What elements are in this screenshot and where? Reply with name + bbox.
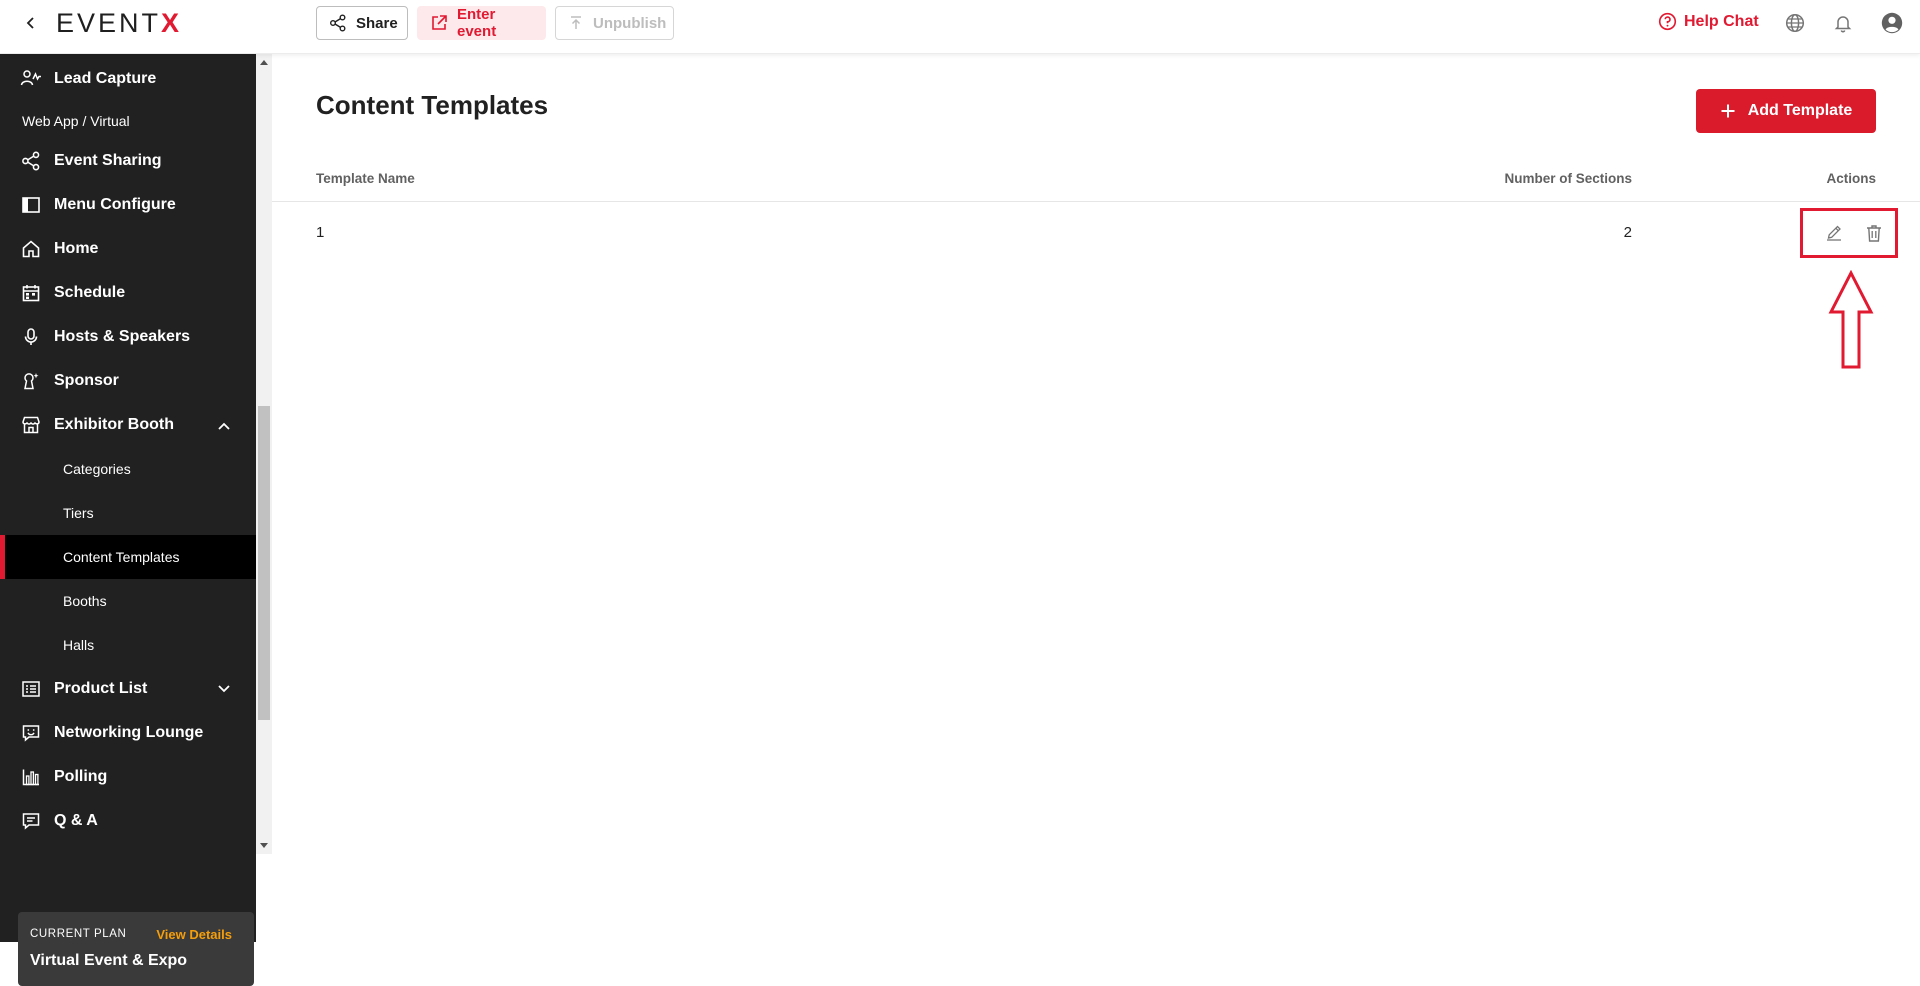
sidebar: Lead Capture Web App / Virtual Event Sha… <box>0 54 256 986</box>
sidebar-item-label: Home <box>54 240 99 257</box>
bar-chart-icon <box>20 766 42 788</box>
sidebar-item-label: Lead Capture <box>54 70 157 87</box>
add-template-button[interactable]: Add Template <box>1696 89 1876 133</box>
sidebar-item-menu-configure[interactable]: Menu Configure <box>0 183 256 227</box>
upload-icon <box>571 16 581 29</box>
sidebar-item-event-sharing[interactable]: Event Sharing <box>0 139 256 183</box>
help-chat-button[interactable]: Help Chat <box>1658 12 1759 31</box>
sidebar-subitem-label: Categories <box>63 461 131 477</box>
unpublish-button[interactable]: Unpublish <box>555 6 674 40</box>
enter-event-button[interactable]: Enter event <box>417 6 546 40</box>
sidebar-item-label: Menu Configure <box>54 196 176 213</box>
logo-accent: X <box>161 7 183 38</box>
annotation-arrow-up-icon <box>1828 270 1874 369</box>
sidebar-item-label: Schedule <box>54 284 126 301</box>
sidebar-subitem-label: Booths <box>63 593 107 609</box>
sidebar-item-label: Polling <box>54 768 108 785</box>
home-icon <box>20 238 42 260</box>
view-details-link[interactable]: View Details <box>156 927 232 942</box>
share-icon <box>330 14 346 32</box>
chevron-down-icon[interactable] <box>214 679 234 699</box>
enter-event-label: Enter event <box>457 6 497 40</box>
sidebar-item-home[interactable]: Home <box>0 227 256 271</box>
current-plan-caption: CURRENT PLAN <box>30 928 127 940</box>
top-bar: EVENT X Share Enter event Unpublish Help … <box>0 0 1920 54</box>
scroll-up-arrow[interactable] <box>260 60 268 65</box>
sidebar-item-sponsor[interactable]: Sponsor <box>0 359 256 403</box>
main-content: Content Templates Add Template Template … <box>272 54 1920 942</box>
sidebar-subitem-label: Halls <box>63 637 95 653</box>
store-icon <box>20 414 42 436</box>
sidebar-item-schedule[interactable]: Schedule <box>0 271 256 315</box>
column-header-template-name[interactable]: Template Name <box>316 171 415 186</box>
sidebar-section-web-app: Web App / Virtual <box>22 113 130 129</box>
sidebar-item-label: Networking Lounge <box>54 724 204 741</box>
bell-icon[interactable] <box>1832 12 1854 34</box>
sidebar-item-product-list[interactable]: Product List <box>0 667 256 711</box>
globe-icon[interactable] <box>1784 12 1806 34</box>
sidebar-item-networking-lounge[interactable]: Networking Lounge <box>0 711 256 755</box>
sidebar-item-label: Product List <box>54 680 148 697</box>
chat-smile-icon <box>20 722 42 744</box>
add-template-label: Add Template <box>1747 102 1853 119</box>
chevron-up-icon[interactable] <box>214 416 234 436</box>
sidebar-subitem-categories[interactable]: Categories <box>0 447 256 491</box>
plus-icon <box>1721 104 1735 118</box>
microphone-icon <box>20 326 42 348</box>
sidebar-item-label: Event Sharing <box>54 152 162 169</box>
table-divider <box>272 201 1920 202</box>
sidebar-subitem-halls[interactable]: Halls <box>0 623 256 667</box>
sidebar-item-label: Hosts & Speakers <box>54 328 191 345</box>
list-icon <box>20 678 42 700</box>
annotation-highlight-box <box>1800 208 1898 258</box>
scrollbar-thumb[interactable] <box>258 406 270 720</box>
sidebar-item-hosts-speakers[interactable]: Hosts & Speakers <box>0 315 256 359</box>
cell-template-name: 1 <box>316 224 325 241</box>
eventx-logo[interactable]: EVENT X <box>56 7 183 38</box>
share-label: Share <box>356 14 398 32</box>
sidebar-item-exhibitor-booth[interactable]: Exhibitor Booth <box>0 403 256 447</box>
lead-capture-icon <box>20 68 42 90</box>
sidebar-subitem-tiers[interactable]: Tiers <box>0 491 256 535</box>
plan-name: Virtual Event & Expo <box>30 952 188 969</box>
page-title: Content Templates <box>316 90 549 120</box>
message-icon <box>20 810 42 832</box>
scroll-down-arrow[interactable] <box>260 843 268 848</box>
sidebar-subitem-content-templates[interactable]: Content Templates <box>0 535 256 579</box>
user-avatar-icon[interactable] <box>1881 12 1903 34</box>
logo-text: EVENT <box>56 7 162 38</box>
help-chat-label: Help Chat <box>1684 12 1759 30</box>
sidebar-scroll-area[interactable]: Lead Capture Web App / Virtual Event Sha… <box>0 54 256 854</box>
external-link-icon <box>432 15 447 30</box>
sidebar-subitem-label: Content Templates <box>63 549 180 565</box>
calendar-icon <box>20 282 42 304</box>
back-icon[interactable] <box>20 12 42 34</box>
sidebar-item-label: Exhibitor Booth <box>54 416 174 433</box>
sidebar-subitem-label: Tiers <box>63 505 94 521</box>
sponsor-icon <box>20 370 42 392</box>
sidebar-scrollbar[interactable] <box>256 54 272 854</box>
sidebar-item-label: Q & A <box>54 812 98 829</box>
current-plan-card: CURRENT PLAN View Details Virtual Event … <box>18 912 254 986</box>
menu-configure-icon <box>20 194 42 216</box>
column-header-number-of-sections[interactable]: Number of Sections <box>1402 171 1632 186</box>
share-icon <box>20 150 42 172</box>
share-button[interactable]: Share <box>316 6 408 40</box>
column-header-actions: Actions <box>1826 171 1876 186</box>
sidebar-item-label: Sponsor <box>54 372 119 389</box>
sidebar-item-lead-capture[interactable]: Lead Capture <box>0 57 256 101</box>
sidebar-subitem-booths[interactable]: Booths <box>0 579 256 623</box>
sidebar-item-q-a[interactable]: Q & A <box>0 799 256 843</box>
help-circle-icon <box>1658 12 1677 31</box>
cell-number-of-sections: 2 <box>1623 224 1632 241</box>
sidebar-item-polling[interactable]: Polling <box>0 755 256 799</box>
unpublish-label: Unpublish <box>593 14 667 32</box>
